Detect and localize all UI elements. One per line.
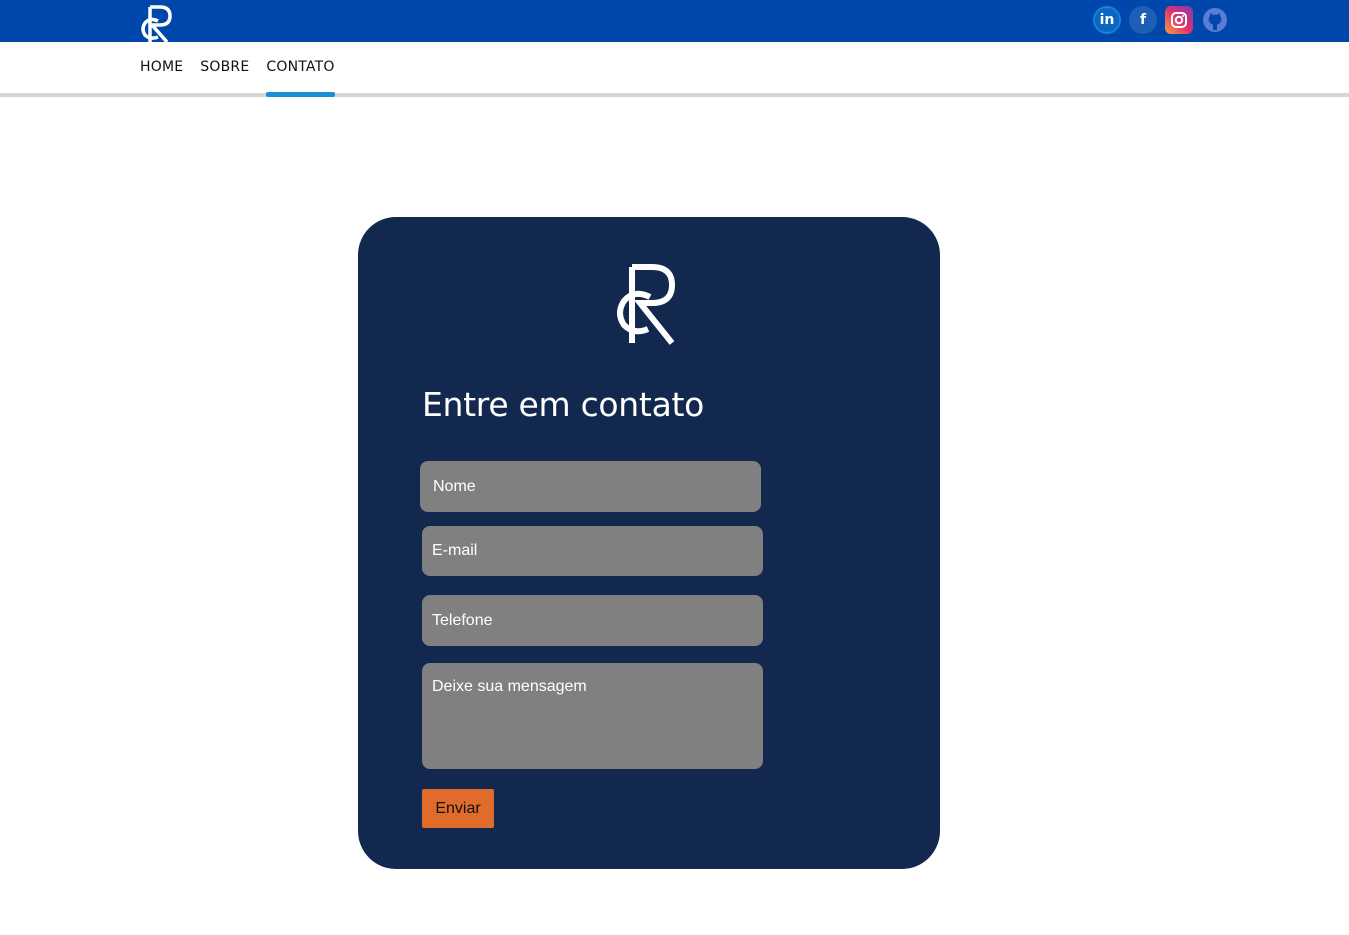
top-header-bar: in f <box>0 0 1349 42</box>
name-input[interactable] <box>420 461 761 512</box>
navigation-bar: HOME SOBRE CONTATO <box>0 42 1349 97</box>
phone-input[interactable] <box>422 595 763 646</box>
page-title: Entre em contato <box>422 385 705 424</box>
nav-item-home[interactable]: HOME <box>140 42 183 93</box>
github-glyph-icon <box>1203 8 1227 32</box>
logo-icon[interactable] <box>140 4 176 42</box>
social-links: in f <box>1093 6 1229 34</box>
facebook-icon[interactable]: f <box>1129 6 1157 34</box>
instagram-icon[interactable] <box>1165 6 1193 34</box>
instagram-glyph-icon <box>1171 12 1187 28</box>
linkedin-icon[interactable]: in <box>1093 6 1121 34</box>
message-textarea[interactable] <box>422 663 763 769</box>
contact-card: Entre em contato Enviar <box>358 217 940 869</box>
email-input[interactable] <box>422 526 763 576</box>
nav-item-contato[interactable]: CONTATO <box>266 42 335 97</box>
logo-icon <box>617 264 676 345</box>
nav-item-sobre[interactable]: SOBRE <box>200 42 249 93</box>
github-icon[interactable] <box>1201 6 1229 34</box>
submit-button[interactable]: Enviar <box>422 789 494 828</box>
nav-menu: HOME SOBRE CONTATO <box>140 42 335 97</box>
